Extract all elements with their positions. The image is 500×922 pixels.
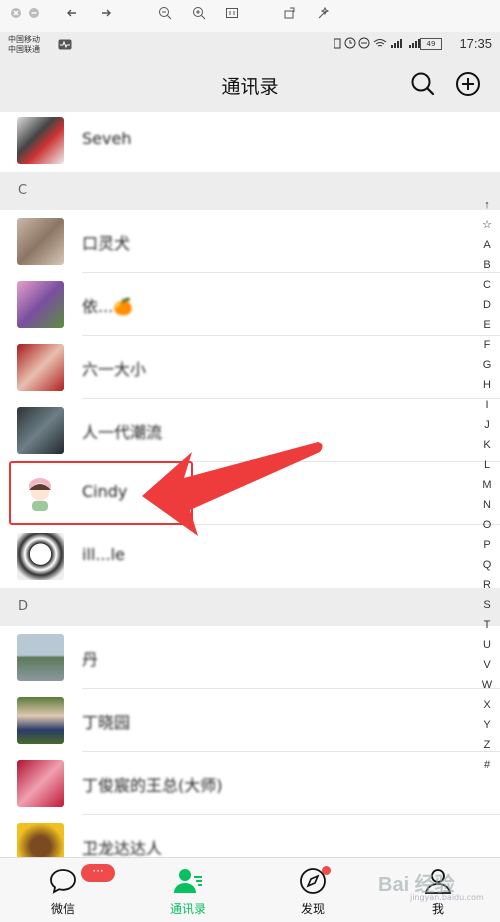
index-letter[interactable]: P [480, 535, 494, 555]
index-letter[interactable]: M [480, 475, 494, 495]
contact-row[interactable]: ill...le [0, 525, 500, 588]
contact-row[interactable]: 六一大小 [0, 336, 500, 399]
unread-badge: ··· [81, 864, 115, 882]
index-letter[interactable]: Z [480, 735, 494, 755]
tab-label: 通讯录 [169, 902, 206, 916]
index-letter[interactable]: ↑ [480, 195, 494, 215]
avatar [17, 117, 64, 164]
contact-name: 六一大小 [82, 360, 147, 379]
app-header: 通讯录 [0, 58, 500, 112]
zoom-in-icon[interactable] [189, 6, 209, 26]
magic-icon[interactable] [313, 6, 333, 26]
avatar [17, 697, 64, 744]
avatar [17, 407, 64, 454]
tab-discover[interactable]: 发现 [263, 858, 363, 922]
signal-wifi-icons [333, 37, 420, 49]
avatar [17, 218, 64, 265]
index-letter[interactable]: K [480, 435, 494, 455]
index-letter[interactable]: E [480, 315, 494, 335]
carrier-labels: 中国移动 中国联通 [8, 35, 40, 55]
tab-label: 微信 [50, 902, 75, 916]
carrier-2: 中国联通 [8, 45, 40, 54]
index-letter[interactable]: ☆ [480, 215, 494, 235]
index-letter[interactable]: L [480, 455, 494, 475]
tab-contacts[interactable]: 通讯录 [138, 858, 238, 922]
index-letter[interactable]: H [480, 375, 494, 395]
index-letter[interactable]: I [480, 395, 494, 415]
index-letter[interactable]: O [480, 515, 494, 535]
contact-row[interactable]: 卫龙达达人 [0, 815, 500, 857]
clock: 17:35 [459, 36, 492, 51]
contact-name: 人一代潮流 [82, 423, 163, 442]
avatar [17, 344, 64, 391]
contact-row[interactable]: 丹 [0, 626, 500, 689]
index-letter[interactable]: D [480, 295, 494, 315]
index-letter[interactable]: V [480, 655, 494, 675]
minimize-icon[interactable] [24, 6, 44, 26]
index-letter[interactable]: B [480, 255, 494, 275]
contact-row[interactable]: 人一代潮流 [0, 399, 500, 462]
contact-name: 丁晓园 [82, 713, 131, 732]
status-bar: 中国移动 中国联通 49 17:35 [0, 32, 500, 58]
index-letter[interactable]: W [480, 675, 494, 695]
rotate-icon[interactable] [280, 6, 300, 26]
viewer-toolbar [0, 0, 500, 33]
section-header-d: D [0, 588, 500, 626]
battery-indicator: 49 [420, 38, 442, 50]
index-letter[interactable]: U [480, 635, 494, 655]
contact-name: Seveh [82, 129, 132, 148]
index-letter[interactable]: X [480, 695, 494, 715]
contact-name: 卫龙达达人 [82, 839, 163, 857]
add-icon[interactable] [454, 70, 482, 98]
zoom-out-icon[interactable] [155, 6, 175, 26]
discover-new-dot [322, 866, 331, 875]
section-letter: C [18, 183, 28, 198]
contact-row[interactable]: Seveh [0, 112, 500, 172]
index-letter[interactable]: T [480, 615, 494, 635]
watermark-url: jingyan.baidu.com [410, 893, 484, 902]
index-letter[interactable]: S [480, 595, 494, 615]
contact-row[interactable]: 丁晓园 [0, 689, 500, 752]
index-letter[interactable]: Q [480, 555, 494, 575]
contact-row[interactable]: 依...🍊 [0, 273, 500, 336]
contact-name: 口灵犬 [82, 234, 131, 253]
search-icon[interactable] [409, 70, 437, 98]
tab-chats[interactable]: ··· 微信 [13, 858, 115, 922]
avatar [17, 634, 64, 681]
contact-name: ill...le [82, 545, 125, 564]
avatar [17, 760, 64, 807]
contact-name: 丹 [82, 650, 99, 669]
contacts-icon [174, 869, 202, 893]
index-letter[interactable]: C [480, 275, 494, 295]
index-letter[interactable]: R [480, 575, 494, 595]
avatar [17, 823, 64, 857]
index-letter[interactable]: A [480, 235, 494, 255]
index-letter[interactable]: Y [480, 715, 494, 735]
carrier-1: 中国移动 [8, 35, 40, 44]
chat-bubble-icon [50, 869, 76, 894]
index-letter[interactable]: J [480, 415, 494, 435]
forward-icon[interactable] [96, 6, 116, 26]
index-letter[interactable]: F [480, 335, 494, 355]
section-letter: D [18, 599, 29, 614]
close-icon[interactable] [6, 6, 26, 26]
avatar [17, 281, 64, 328]
signal-icons [333, 37, 430, 52]
index-letter[interactable]: # [480, 755, 494, 775]
back-icon[interactable] [62, 6, 82, 26]
alphabet-index[interactable]: ↑ ☆ A B C D E F G H I J K L M N O P Q R S T U V W X Y Z # [480, 195, 494, 775]
index-letter[interactable]: N [480, 495, 494, 515]
contact-row[interactable]: 口灵犬 [0, 210, 500, 273]
index-letter[interactable]: G [480, 355, 494, 375]
tab-label: 发现 [300, 902, 325, 916]
health-icon [58, 39, 72, 50]
highlight-box [9, 461, 193, 525]
contact-row[interactable]: 丁俊宸的王总(大师) [0, 752, 500, 815]
section-header-c: C [0, 172, 500, 210]
contact-name: 依...🍊 [82, 297, 134, 316]
tab-label: 我 [431, 902, 444, 916]
fit-icon[interactable] [222, 6, 242, 26]
contact-name: 丁俊宸的王总(大师) [82, 776, 223, 795]
avatar [17, 533, 64, 580]
